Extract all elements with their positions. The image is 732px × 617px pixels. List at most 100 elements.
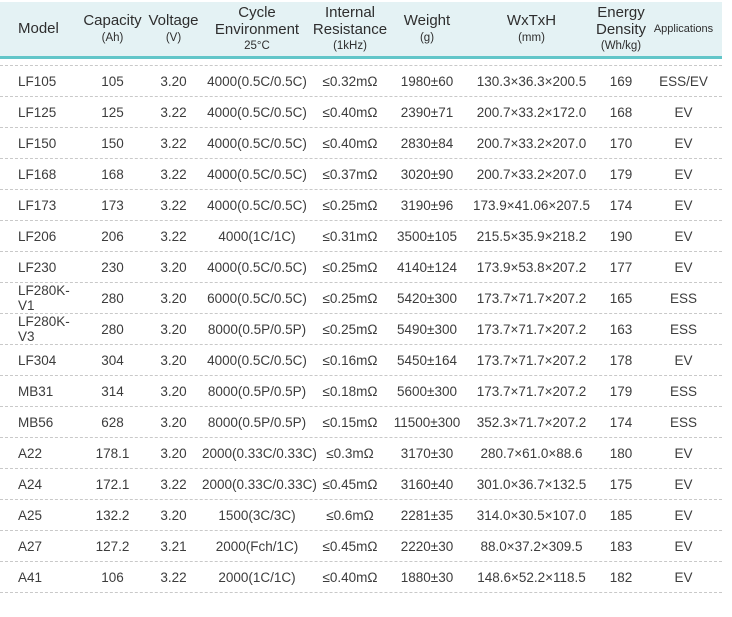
cell-model: LF230 [0,260,80,275]
table-row: LF3043043.204000(0.5C/0.5C)≤0.16mΩ5450±1… [0,345,722,376]
cell-resistance: ≤0.40mΩ [312,570,388,585]
cell-voltage: 3.22 [145,570,202,585]
cell-dimensions: 200.7×33.2×207.0 [466,136,597,151]
table-row: MB566283.208000(0.5P/0.5P)≤0.15mΩ11500±3… [0,407,722,438]
cell-model: LF304 [0,353,80,368]
cell-voltage: 3.21 [145,539,202,554]
cell-model: A25 [0,508,80,523]
cell-cycle: 4000(0.5C/0.5C) [202,105,312,120]
cell-applications: EV [645,260,722,275]
table-row: LF1731733.224000(0.5C/0.5C)≤0.25mΩ3190±9… [0,190,722,221]
cell-energy: 177 [597,260,645,275]
column-label: Model [18,21,59,38]
cell-voltage: 3.22 [145,477,202,492]
column-label: Capacity [83,13,141,30]
cell-dimensions: 173.7×71.7×207.2 [466,353,597,368]
cell-applications: EV [645,446,722,461]
cell-weight: 3500±105 [388,229,466,244]
column-header-weight: Weight(g) [388,2,466,56]
cell-model: LF280K-V3 [0,314,80,344]
column-header-model: Model [0,2,80,56]
cell-voltage: 3.20 [145,291,202,306]
column-header-applications: Applications [645,2,722,56]
cell-cycle: 2000(0.33C/0.33C) [202,477,312,492]
table-row: LF1251253.224000(0.5C/0.5C)≤0.40mΩ2390±7… [0,97,722,128]
cell-applications: EV [645,105,722,120]
cell-cycle: 4000(1C/1C) [202,229,312,244]
cell-capacity: 304 [80,353,145,368]
cell-dimensions: 352.3×71.7×207.2 [466,415,597,430]
cell-capacity: 172.1 [80,477,145,492]
cell-weight: 3190±96 [388,198,466,213]
cell-cycle: 2000(0.33C/0.33C) [202,446,312,461]
cell-energy: 169 [597,74,645,89]
cell-resistance: ≤0.25mΩ [312,322,388,337]
cell-cycle: 4000(0.5C/0.5C) [202,353,312,368]
cell-model: LF150 [0,136,80,151]
column-label: Cycle Environment [215,5,299,39]
cell-voltage: 3.20 [145,74,202,89]
table-body: LF1051053.204000(0.5C/0.5C)≤0.32mΩ1980±6… [0,65,722,593]
cell-weight: 2390±71 [388,105,466,120]
cell-energy: 165 [597,291,645,306]
cell-voltage: 3.22 [145,229,202,244]
cell-model: A24 [0,477,80,492]
cell-voltage: 3.22 [145,198,202,213]
cell-energy: 174 [597,198,645,213]
cell-voltage: 3.20 [145,353,202,368]
table-row: LF2062063.224000(1C/1C)≤0.31mΩ3500±10521… [0,221,722,252]
cell-resistance: ≤0.40mΩ [312,136,388,151]
cell-dimensions: 200.7×33.2×207.0 [466,167,597,182]
cell-weight: 5450±164 [388,353,466,368]
column-header-capacity: Capacity(Ah) [80,2,145,56]
cell-model: LF280K-V1 [0,283,80,313]
cell-cycle: 4000(0.5C/0.5C) [202,167,312,182]
cell-weight: 5420±300 [388,291,466,306]
table-row: LF1501503.224000(0.5C/0.5C)≤0.40mΩ2830±8… [0,128,722,159]
cell-energy: 182 [597,570,645,585]
cell-capacity: 132.2 [80,508,145,523]
cell-applications: ESS [645,322,722,337]
cell-weight: 3020±90 [388,167,466,182]
cell-energy: 185 [597,508,645,523]
column-unit: 25°C [244,40,270,53]
cell-capacity: 280 [80,322,145,337]
cell-applications: EV [645,167,722,182]
cell-applications: EV [645,353,722,368]
cell-dimensions: 200.7×33.2×172.0 [466,105,597,120]
cell-capacity: 230 [80,260,145,275]
cell-weight: 1980±60 [388,74,466,89]
cell-energy: 179 [597,167,645,182]
table-row: LF1051053.204000(0.5C/0.5C)≤0.32mΩ1980±6… [0,66,722,97]
cell-resistance: ≤0.25mΩ [312,291,388,306]
cell-dimensions: 301.0×36.7×132.5 [466,477,597,492]
cell-dimensions: 148.6×52.2×118.5 [466,570,597,585]
cell-voltage: 3.20 [145,260,202,275]
cell-weight: 2281±35 [388,508,466,523]
column-label: Voltage [148,13,198,30]
cell-applications: EV [645,136,722,151]
cell-weight: 11500±300 [388,415,466,430]
column-unit: (mm) [518,32,545,45]
table-row: LF280K-V12803.206000(0.5C/0.5C)≤0.25mΩ54… [0,283,722,314]
cell-capacity: 105 [80,74,145,89]
table-row: A411063.222000(1C/1C)≤0.40mΩ1880±30148.6… [0,562,722,593]
cell-energy: 168 [597,105,645,120]
cell-applications: EV [645,508,722,523]
cell-resistance: ≤0.25mΩ [312,198,388,213]
cell-weight: 4140±124 [388,260,466,275]
cell-weight: 3160±40 [388,477,466,492]
cell-dimensions: 173.7×71.7×207.2 [466,322,597,337]
cell-cycle: 4000(0.5C/0.5C) [202,74,312,89]
table-row: LF280K-V32803.208000(0.5P/0.5P)≤0.25mΩ54… [0,314,722,345]
cell-voltage: 3.20 [145,415,202,430]
cell-resistance: ≤0.3mΩ [312,446,388,461]
column-header-resistance: Internal Resistance(1kHz) [312,2,388,56]
column-unit: (V) [166,32,181,45]
cell-capacity: 173 [80,198,145,213]
cell-model: LF105 [0,74,80,89]
cell-dimensions: 130.3×36.3×200.5 [466,74,597,89]
column-header-cycle: Cycle Environment25°C [202,2,312,56]
table-row: A25132.23.201500(3C/3C)≤0.6mΩ2281±35314.… [0,500,722,531]
cell-resistance: ≤0.18mΩ [312,384,388,399]
